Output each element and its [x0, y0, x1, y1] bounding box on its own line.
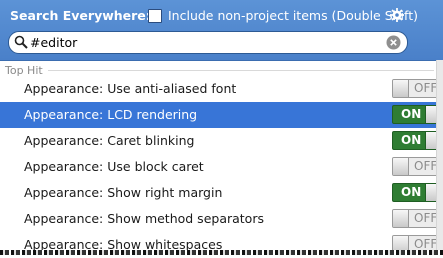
toggle-state: OFF — [414, 159, 438, 173]
search-icon — [14, 35, 28, 49]
result-label: Appearance: LCD rendering — [24, 107, 198, 122]
clear-icon[interactable] — [386, 35, 401, 50]
result-label: Appearance: Use anti-aliased font — [24, 81, 237, 96]
search-field[interactable] — [8, 31, 408, 54]
result-row[interactable]: Appearance: Use block caret OFF — [0, 154, 440, 180]
result-label: Appearance: Use block caret — [24, 159, 204, 174]
result-row[interactable]: Appearance: Use anti-aliased font OFF — [0, 76, 440, 102]
results-list: Appearance: Use anti-aliased font OFF Ap… — [0, 76, 440, 258]
result-row[interactable]: Appearance: Show right margin ON — [0, 180, 440, 206]
result-toggle[interactable]: OFF — [392, 209, 440, 228]
toggle-state: ON — [401, 133, 422, 147]
result-row[interactable]: Appearance: LCD rendering ON — [0, 102, 440, 128]
result-toggle[interactable]: OFF — [392, 157, 440, 176]
result-label: Appearance: Show method separators — [24, 211, 264, 226]
toggle-state: OFF — [414, 237, 438, 251]
result-toggle[interactable]: ON — [392, 105, 440, 124]
result-toggle[interactable]: OFF — [392, 79, 440, 98]
result-row[interactable]: Appearance: Show method separators OFF — [0, 206, 440, 232]
toggle-state: ON — [401, 185, 422, 199]
include-non-project-checkbox[interactable] — [148, 9, 162, 23]
search-everywhere-popup: Search Everywhere: Include non-project i… — [0, 0, 443, 255]
toggle-state: ON — [401, 107, 422, 121]
result-toggle[interactable]: ON — [392, 183, 440, 202]
search-input[interactable] — [30, 34, 370, 50]
list-scrollbar-track[interactable] — [436, 60, 443, 255]
include-non-project-label[interactable]: Include non-project items (Double Shift) — [168, 8, 418, 23]
result-label: Appearance: Show right margin — [24, 185, 223, 200]
result-toggle[interactable]: ON — [392, 131, 440, 150]
toggle-knob — [393, 158, 409, 175]
screenshot-edge-artifact — [0, 250, 443, 255]
popup-title: Search Everywhere: — [10, 8, 151, 23]
gear-icon[interactable] — [390, 8, 404, 22]
toggle-knob — [393, 80, 409, 97]
toggle-knob — [393, 210, 409, 227]
result-row[interactable]: Appearance: Caret blinking ON — [0, 128, 440, 154]
toggle-state: OFF — [414, 211, 438, 225]
result-label: Appearance: Caret blinking — [24, 133, 195, 148]
toggle-state: OFF — [414, 81, 438, 95]
popup-header: Search Everywhere: Include non-project i… — [0, 0, 443, 61]
group-divider — [48, 70, 434, 71]
